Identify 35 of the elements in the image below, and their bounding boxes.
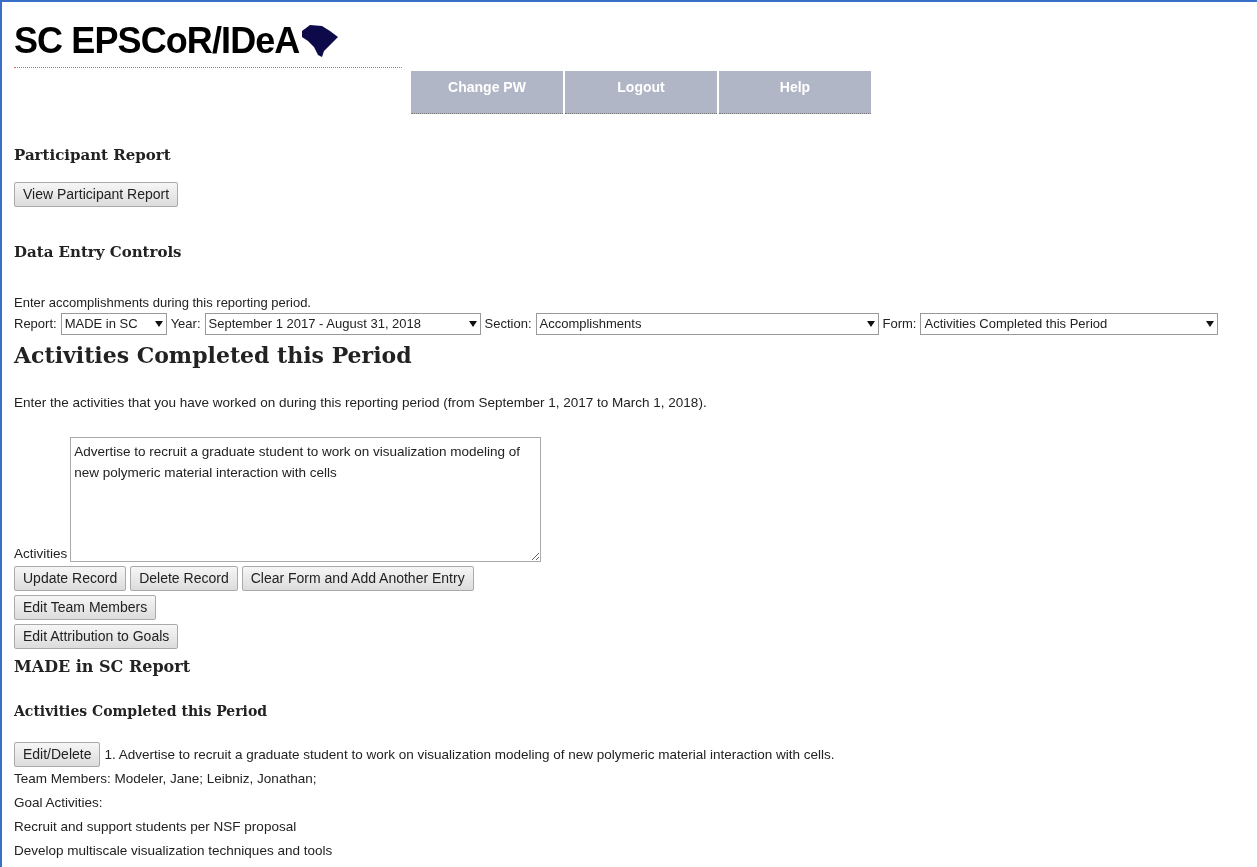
- caret-icon: [866, 321, 875, 327]
- entry-detail: Develop multiscale visualization techniques and tools: [14, 842, 334, 861]
- select-label: Form:: [882, 315, 917, 334]
- instruction-text: Enter accomplishments during this reporting period.: [14, 295, 312, 311]
- select-label: Section:: [484, 315, 532, 334]
- entry-detail: Team Members: Modeler, Jane; Leibniz, Jonathan;: [14, 770, 318, 789]
- edit-delete-button[interactable]: Edit/Delete: [14, 742, 101, 768]
- field-label: Activities: [14, 546, 68, 563]
- form-button[interactable]: Update Record: [14, 566, 127, 592]
- form-button[interactable]: Delete Record: [130, 566, 238, 592]
- view-report-button[interactable]: View Participant Report: [14, 181, 179, 207]
- section-heading: Participant Report: [14, 145, 172, 166]
- form-title: Activities Completed this Period: [14, 341, 413, 370]
- dropdown[interactable]: September 1 2017 - August 31, 2018: [204, 313, 481, 335]
- entry-detail: Recruit and support students per NSF proposal: [14, 818, 298, 837]
- form-button[interactable]: Edit Team Members: [14, 595, 157, 621]
- dropdown[interactable]: MADE in SC: [60, 313, 167, 335]
- select-label: Report:: [14, 315, 57, 334]
- entry-text: 1. Advertise to recruit a graduate student to work on visualization modeling of new polymeric material interaction with cells.: [104, 745, 835, 764]
- caret-icon: [1206, 321, 1215, 327]
- state-map-icon: [300, 22, 341, 59]
- instruction-text: Enter the activities that you have worked on during this reporting period (from September 1, 2017 to March 1, 2018).: [14, 394, 708, 412]
- dropdown[interactable]: Accomplishments: [535, 313, 879, 335]
- caret-icon: [468, 321, 477, 327]
- form-button[interactable]: Edit Attribution to Goals: [14, 624, 179, 650]
- section-subheading: Activities Completed this Period: [14, 702, 269, 722]
- section-heading: MADE in SC Report: [14, 656, 192, 679]
- activities-field[interactable]: Advertise to recruit a graduate student to work on visualization modeling of new polymeric material interaction with cells: [70, 437, 542, 563]
- form-button[interactable]: Clear Form and Add Another Entry: [241, 566, 474, 592]
- section-heading: Data Entry Controls: [14, 241, 183, 263]
- dropdown[interactable]: Activities Completed this Period: [920, 313, 1219, 335]
- select-label: Year:: [170, 315, 201, 334]
- site-logo: SC EPSCoR/IDeA: [14, 22, 300, 59]
- entry-detail: Goal Activities:: [14, 794, 104, 813]
- caret-icon: [154, 321, 163, 327]
